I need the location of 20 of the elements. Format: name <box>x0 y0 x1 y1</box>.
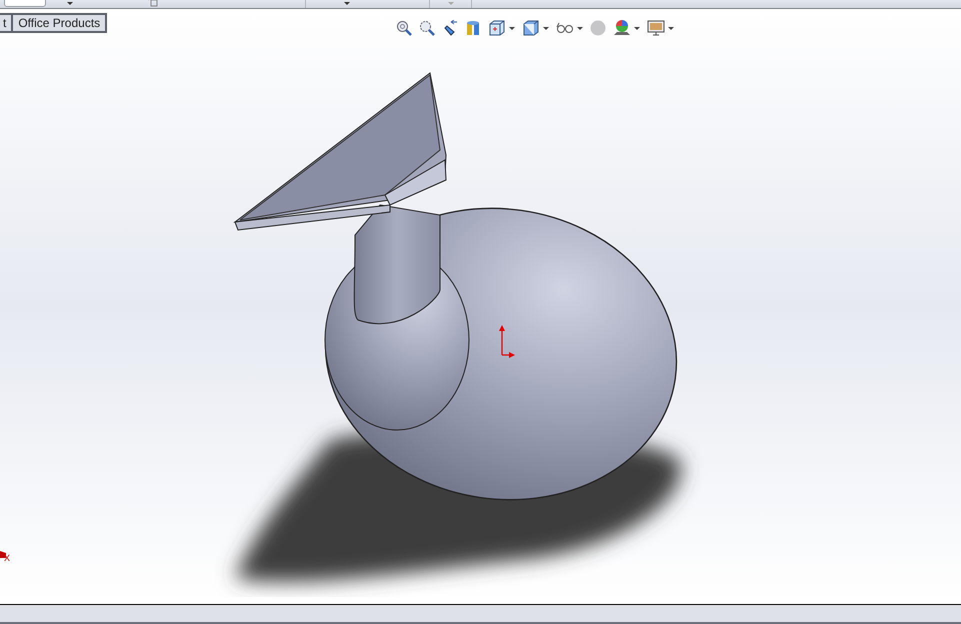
zoom-to-fit-icon[interactable] <box>396 20 412 36</box>
caret-icon[interactable] <box>67 2 73 5</box>
dropdown-caret-icon[interactable] <box>668 26 674 30</box>
dropdown-caret-icon[interactable] <box>543 26 549 30</box>
section-view-icon[interactable] <box>465 20 481 36</box>
display-style-icon[interactable] <box>522 19 540 37</box>
document-tab[interactable]: Office Products <box>11 13 108 33</box>
dropdown-caret-icon[interactable] <box>577 26 583 30</box>
glasses-icon[interactable] <box>556 21 574 35</box>
origin-triad-icon <box>499 325 515 358</box>
scene-icon[interactable] <box>613 19 631 37</box>
previous-view-icon[interactable] <box>442 20 458 36</box>
axis-label: X <box>4 554 10 563</box>
view-orientation-icon[interactable] <box>488 19 506 37</box>
zoom-to-area-icon[interactable] <box>419 20 435 36</box>
monitor-icon[interactable] <box>647 19 665 37</box>
caret-icon[interactable] <box>344 2 350 5</box>
dropdown-caret-icon[interactable] <box>509 26 515 30</box>
triad-arrow-icon <box>0 551 6 558</box>
dropdown-caret-icon[interactable] <box>634 26 640 30</box>
